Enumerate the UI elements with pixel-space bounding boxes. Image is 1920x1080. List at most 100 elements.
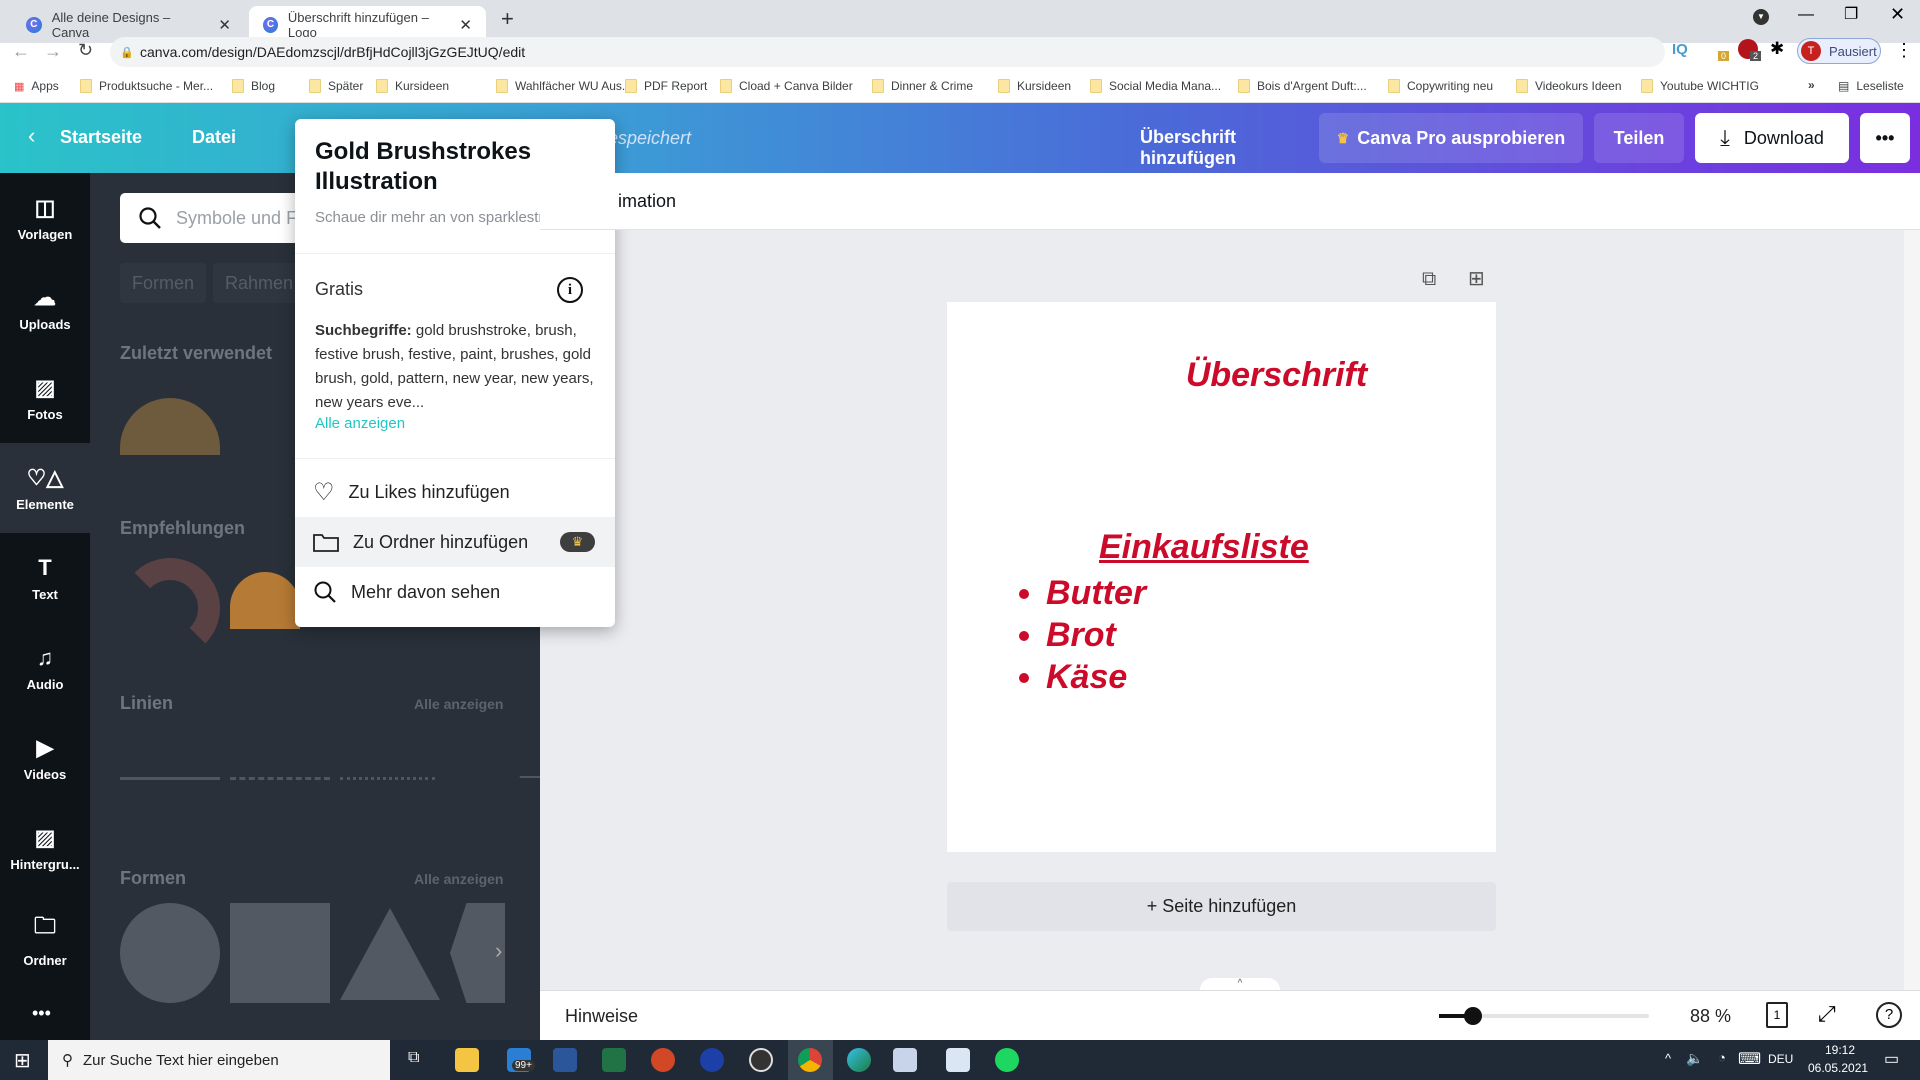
sidebar-item-hintergru[interactable]: ▨ Hintergru... <box>0 803 90 893</box>
list-title-text[interactable]: Einkaufsliste <box>1099 528 1309 567</box>
browser-menu-icon[interactable]: ⋮ <box>1895 40 1913 61</box>
notes-expand-chevron-icon[interactable]: ^ <box>1200 978 1280 990</box>
app-icon[interactable] <box>700 1048 724 1072</box>
sidebar-item-uploads[interactable]: ☁ Uploads <box>0 263 90 353</box>
bookmark-item[interactable]: Copywriting neu <box>1388 79 1493 93</box>
chrome-icon[interactable] <box>798 1048 822 1072</box>
vertical-scrollbar[interactable] <box>1904 230 1920 990</box>
new-tab-icon[interactable]: + <box>501 6 514 32</box>
share-button[interactable]: Teilen <box>1594 113 1684 163</box>
dashed-line[interactable] <box>230 777 330 780</box>
heading-text[interactable]: Überschrift <box>947 356 1496 395</box>
bookmark-item[interactable]: Später <box>309 79 363 93</box>
shapes-see-all-link[interactable]: Alle anzeigen <box>414 871 503 887</box>
triangle-shape[interactable] <box>340 908 440 1000</box>
sidebar-item-vorlagen[interactable]: ◫ Vorlagen <box>0 173 90 263</box>
bookmark-item[interactable]: Bois d'Argent Duft:... <box>1238 79 1367 93</box>
bookmark-item[interactable]: Blog <box>232 79 275 93</box>
add-page-button[interactable]: + Seite hinzufügen <box>947 882 1496 931</box>
reload-icon[interactable]: ↻ <box>78 40 93 61</box>
excel-icon[interactable] <box>602 1048 626 1072</box>
lines-see-all-link[interactable]: Alle anzeigen <box>414 696 503 712</box>
home-link[interactable]: Startseite <box>60 127 142 148</box>
bookmark-item[interactable]: Videokurs Ideen <box>1516 79 1622 93</box>
sidebar-item-text[interactable]: T Text <box>0 533 90 623</box>
powerpoint-icon[interactable] <box>651 1048 675 1072</box>
page-count-icon[interactable]: 1 <box>1766 1002 1788 1028</box>
list-item[interactable]: Butter <box>1046 572 1146 614</box>
tab-search-icon[interactable]: ▼ <box>1753 9 1769 25</box>
zoom-slider[interactable] <box>1439 1007 1649 1025</box>
add-page-icon[interactable]: ⊞ <box>1468 266 1485 291</box>
zoom-slider-handle[interactable] <box>1463 1007 1482 1025</box>
restore-icon[interactable]: ❐ <box>1844 4 1858 24</box>
iq-extension-icon[interactable]: IQ <box>1672 41 1688 58</box>
see-all-keywords-link[interactable]: Alle anzeigen <box>315 415 405 432</box>
help-icon[interactable]: ? <box>1876 1002 1902 1028</box>
arrow-line[interactable]: ⟶ <box>450 766 540 788</box>
address-bar[interactable]: 🔒 canva.com/design/DAEdomzscjl/drBfjHdCo… <box>110 37 1665 67</box>
minimize-icon[interactable]: — <box>1798 6 1814 24</box>
profile-button[interactable]: T Pausiert <box>1797 38 1881 64</box>
canva-pro-button[interactable]: ♛ Canva Pro ausprobieren <box>1319 113 1583 163</box>
chip-frames[interactable]: Rahmen <box>213 263 306 303</box>
back-icon[interactable]: ← <box>12 41 30 62</box>
design-page[interactable]: Überschrift Einkaufsliste ButterBrotKäse <box>947 302 1496 852</box>
back-chevron-icon[interactable]: ‹ <box>28 123 35 149</box>
extension-badge[interactable]: 0 <box>1718 51 1730 61</box>
sidebar-item-videos[interactable]: ▶ Videos <box>0 713 90 803</box>
taskbar-search-input[interactable]: ⚲ Zur Suche Text hier eingeben <box>48 1040 390 1080</box>
wifi-icon[interactable]: ◔ <box>1718 1050 1726 1065</box>
list-item[interactable]: Brot <box>1046 614 1146 656</box>
design-title[interactable]: Überschrift hinzufügen <box>1090 127 1286 169</box>
task-view-icon[interactable]: ⧉ <box>408 1049 419 1067</box>
bookmark-item[interactable]: PDF Report <box>625 79 707 93</box>
zoom-level[interactable]: 88 % <box>1690 1006 1731 1027</box>
keyboard-icon[interactable]: ⌨ <box>1738 1049 1761 1069</box>
windows-start-icon[interactable]: ⊞ <box>14 1048 31 1073</box>
clock-date[interactable]: 06.05.2021 <box>1808 1061 1868 1075</box>
file-menu[interactable]: Datei <box>192 127 236 148</box>
sidebar-item-fotos[interactable]: ▨ Fotos <box>0 353 90 443</box>
bookmark-item[interactable]: Produktsuche - Mer... <box>80 79 213 93</box>
edge-icon[interactable] <box>847 1048 871 1072</box>
bookmark-item[interactable]: Youtube WICHTIG <box>1641 79 1759 93</box>
more-apps-icon[interactable]: ••• <box>32 1003 51 1024</box>
close-tab-icon[interactable]: ✕ <box>459 16 472 34</box>
reading-list-button[interactable]: ▤ Leseliste <box>1838 79 1904 93</box>
sidebar-item-ordner[interactable]: 🗀 Ordner <box>0 893 90 983</box>
tray-chevron-icon[interactable]: ^ <box>1665 1051 1671 1066</box>
file-explorer-icon[interactable] <box>455 1048 479 1072</box>
volume-icon[interactable]: 🔈 <box>1686 1050 1703 1067</box>
forward-icon[interactable]: → <box>44 41 62 62</box>
more-options-button[interactable]: ••• <box>1860 113 1910 163</box>
word-icon[interactable] <box>553 1048 577 1072</box>
circle-shape[interactable] <box>120 903 220 1003</box>
download-button[interactable]: ⤓ Download <box>1695 113 1849 163</box>
dotted-line[interactable] <box>340 777 435 780</box>
scroll-right-chevron-icon[interactable]: › <box>495 938 502 964</box>
bookmarks-more-icon[interactable]: » <box>1808 78 1815 92</box>
sidebar-item-elemente[interactable]: ♡△ Elemente <box>0 443 90 533</box>
duplicate-page-icon[interactable]: ⧉ <box>1422 268 1436 291</box>
add-to-likes-item[interactable]: ♡ Zu Likes hinzufügen <box>295 467 615 517</box>
list-item[interactable]: Käse <box>1046 656 1146 698</box>
info-icon[interactable]: i <box>557 277 583 303</box>
recommended-thumb[interactable] <box>230 572 300 629</box>
notes-button[interactable]: Hinweise <box>565 1006 638 1027</box>
bookmark-item[interactable]: ▦ Apps <box>14 79 59 93</box>
popup-subtitle[interactable]: Schaue dir mehr an von sparklestroke. <box>315 209 572 226</box>
solid-line[interactable] <box>120 777 220 780</box>
app-icon[interactable] <box>893 1048 917 1072</box>
sidebar-item-audio[interactable]: ♫ Audio <box>0 623 90 713</box>
bookmark-item[interactable]: Cload + Canva Bilder <box>720 79 853 93</box>
obs-icon[interactable] <box>749 1048 773 1072</box>
bookmark-item[interactable]: Kursideen <box>998 79 1071 93</box>
recommended-thumb[interactable] <box>120 558 220 658</box>
extensions-puzzle-icon[interactable]: ✱ <box>1770 39 1784 59</box>
add-to-folder-item[interactable]: Zu Ordner hinzufügen ♛ <box>295 517 615 567</box>
clock-time[interactable]: 19:12 <box>1815 1043 1865 1057</box>
close-tab-icon[interactable]: ✕ <box>218 16 231 34</box>
notepad-icon[interactable] <box>946 1048 970 1072</box>
bookmark-item[interactable]: Social Media Mana... <box>1090 79 1221 93</box>
